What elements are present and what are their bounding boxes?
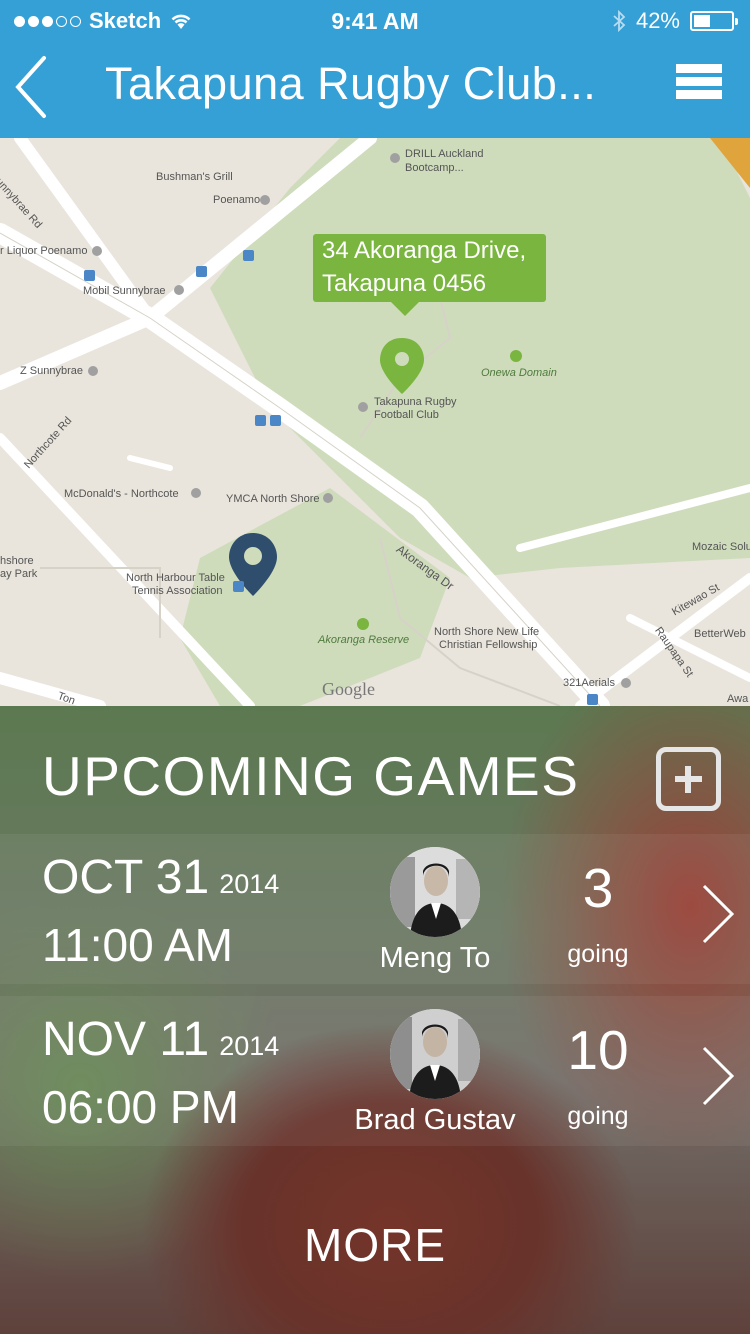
avatar[interactable] [390,847,480,937]
map-label: Onewa Domain [481,367,557,379]
callout-line1: 34 Akoranga Drive, [322,237,527,264]
upcoming-games-section: UPCOMING GAMES OCT 31 2014 11:00 AM Meng … [0,706,750,1334]
person-avatar-icon [390,847,480,937]
map-label: Z Sunnybrae [20,365,83,377]
chevron-right-icon [702,884,735,944]
more-button[interactable]: MORE [0,1218,750,1272]
host-name: Meng To [379,942,491,974]
game-date-year: 2014 [219,1031,280,1061]
google-logo: Google [322,679,375,699]
map-label: YMCA North Shore [226,493,320,505]
game-time: 06:00 PM [42,1081,239,1133]
map-label: 321Aerials [563,677,615,689]
game-row[interactable]: NOV 11 2014 06:00 PM Brad Gustav 10 going [0,996,750,1146]
battery-icon [690,11,738,31]
going-count: 10 [567,1019,629,1081]
game-date: OCT 31 2014 [42,850,279,905]
status-right: 42% [612,8,738,34]
chevron-left-icon [15,56,46,118]
map-label: Football Club [374,409,439,421]
game-row[interactable]: OCT 31 2014 11:00 AM Meng To 3 going [0,834,750,984]
map-label: Bootcamp... [405,162,464,174]
person-avatar-icon [390,1009,480,1099]
map-label: Bushman's Grill [156,171,233,183]
battery-percent: 42% [635,8,680,33]
map-label: Christian Fellowship [439,639,538,651]
map-label: hshore [0,555,34,567]
avatar[interactable] [390,1009,480,1099]
add-game-button[interactable] [656,747,721,811]
map-label: Mobil Sunnybrae [83,285,166,297]
going-label: going [567,940,629,968]
map-label: Mozaic Solu [692,541,750,553]
map-label: North Harbour Table [126,572,225,584]
game-date-year: 2014 [219,869,280,899]
page-title: Takapuna Rugby Club... [105,58,597,109]
map-label: Awa [727,693,749,705]
map-label: Akoranga Reserve [318,634,410,646]
address-callout[interactable]: 34 Akoranga Drive, Takapuna 0456 [313,234,546,316]
back-button[interactable] [10,54,60,120]
host-name: Brad Gustav [354,1104,516,1136]
map-label: BetterWeb [694,628,746,640]
game-time: 11:00 AM [42,919,233,971]
status-bar: Sketch 9:41 AM 42% [0,0,750,40]
bluetooth-icon [613,10,626,32]
callout-line2: Takapuna 0456 [322,270,487,297]
map-label: McDonald's - Northcote [64,488,179,500]
map-label: ay Park [0,568,38,580]
map-label: Tennis Association [132,585,223,597]
map-label: r Liquor Poenamo [0,245,88,257]
section-title: UPCOMING GAMES [42,745,580,807]
game-date-day: NOV 11 [42,1013,210,1066]
hamburger-menu-icon [676,64,722,99]
going-count: 3 [582,857,614,919]
app-header: Sketch 9:41 AM 42% Takapuna Rugby Club..… [0,0,750,138]
map-label: Takapuna Rugby [374,396,457,408]
nav-bar: Takapuna Rugby Club... [0,40,750,138]
chevron-right-icon [702,1046,735,1106]
map-roads [0,138,750,706]
game-date: NOV 11 2014 [42,1012,279,1067]
game-date-day: OCT 31 [42,851,210,904]
map-view[interactable]: 34 Akoranga Drive, Takapuna 0456 DRILL A… [0,138,750,706]
map-label: DRILL Auckland [405,148,484,160]
map-label: North Shore New Life [434,626,540,638]
menu-button[interactable] [676,64,722,110]
going-label: going [567,1102,629,1130]
map-label: Poenamo [213,194,261,206]
